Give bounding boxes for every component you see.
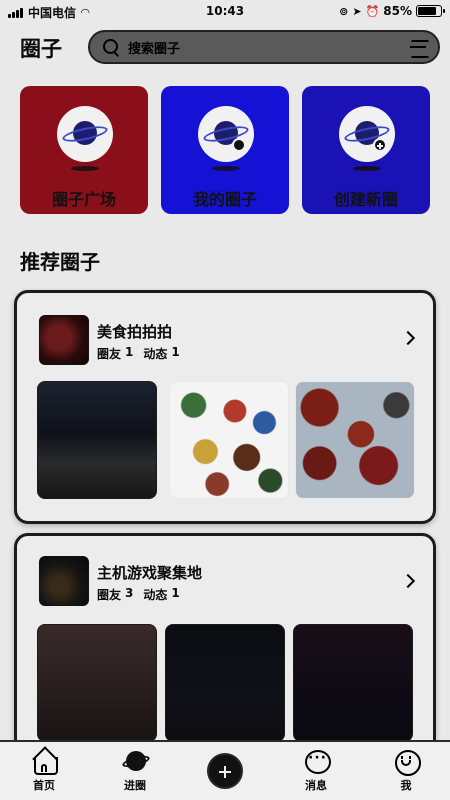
message-icon [303, 748, 331, 774]
planet-plus-icon [335, 104, 397, 171]
circle-avatar [39, 315, 89, 365]
feature-label: 创建新圈 [333, 190, 398, 209]
circle-name: 美食拍拍拍 [97, 323, 173, 341]
members-label: 圈友 [97, 588, 122, 602]
circle-card[interactable]: 主机游戏聚集地 圈友 3 动态 1 [14, 533, 436, 773]
posts-label: 动态 [143, 588, 168, 602]
status-right: ⊚ ➤ ⏰ 85% [339, 4, 445, 18]
lock-rotation-icon: ⊚ [339, 4, 349, 18]
battery-percent: 85% [383, 4, 412, 18]
posts-count: 1 [171, 345, 180, 359]
feature-cards: 圈子广场 我的圈子 创建新圈 [20, 86, 430, 214]
create-circle-card[interactable]: 创建新圈 [302, 86, 430, 214]
members-label: 圈友 [97, 347, 122, 361]
circle-card[interactable]: 美食拍拍拍 圈友 1 动态 1 [14, 290, 436, 524]
nav-circles[interactable]: 进圈 [105, 748, 165, 793]
circle-square-card[interactable]: 圈子广场 [20, 86, 148, 214]
scan-icon[interactable] [410, 40, 430, 58]
nav-label: 进圈 [124, 779, 146, 792]
circle-avatar [39, 556, 89, 606]
post-thumbnail[interactable] [37, 624, 157, 742]
feature-label: 圈子广场 [51, 190, 116, 209]
battery-level [418, 7, 436, 15]
circle-meta: 圈友 1 动态 1 [97, 345, 180, 362]
profile-smile-icon [393, 748, 421, 776]
status-bar: 中国电信 ◠ 10:43 ⊚ ➤ ⏰ 85% [0, 0, 450, 24]
nav-label: 我 [400, 779, 412, 792]
bottom-nav: 首页 进圈 消息 我 [0, 740, 450, 800]
nav-home[interactable]: 首页 [14, 748, 74, 793]
home-icon [31, 748, 58, 775]
posts-count: 1 [171, 586, 180, 600]
feature-label: 我的圈子 [192, 190, 257, 209]
post-thumbnail[interactable] [37, 381, 157, 499]
post-thumbnail[interactable] [293, 624, 413, 742]
header: 圈子 搜索圈子 [0, 28, 450, 66]
circle-meta: 圈友 3 动态 1 [97, 586, 180, 603]
members-count: 3 [125, 586, 134, 600]
nav-messages[interactable]: 消息 [286, 748, 346, 793]
nav-label: 首页 [33, 779, 55, 792]
members-count: 1 [125, 345, 134, 359]
post-thumbnail[interactable] [165, 624, 285, 742]
section-title: 推荐圈子 [20, 250, 100, 274]
chevron-right-icon[interactable] [400, 330, 416, 346]
plus-badge-icon [373, 138, 387, 152]
page-title: 圈子 [20, 37, 62, 61]
nav-label: 消息 [305, 779, 327, 792]
search-input[interactable]: 搜索圈子 [88, 30, 440, 64]
location-icon: ➤ [352, 4, 362, 18]
search-placeholder: 搜索圈子 [128, 41, 181, 57]
battery-icon [416, 5, 445, 17]
alarm-icon: ⏰ [365, 4, 380, 18]
planet-person-icon [194, 104, 256, 171]
nav-me[interactable]: 我 [376, 748, 436, 793]
chevron-right-icon[interactable] [400, 573, 416, 589]
search-icon [102, 38, 120, 56]
person-badge-icon [232, 138, 246, 152]
circle-name: 主机游戏聚集地 [97, 564, 203, 582]
post-thumbnail[interactable] [169, 381, 289, 499]
publish-plus-button[interactable] [207, 753, 243, 789]
my-circles-card[interactable]: 我的圈子 [161, 86, 289, 214]
posts-label: 动态 [143, 347, 168, 361]
planet-icon [121, 748, 151, 774]
planet-icon [53, 104, 115, 171]
post-thumbnail[interactable] [295, 381, 415, 499]
